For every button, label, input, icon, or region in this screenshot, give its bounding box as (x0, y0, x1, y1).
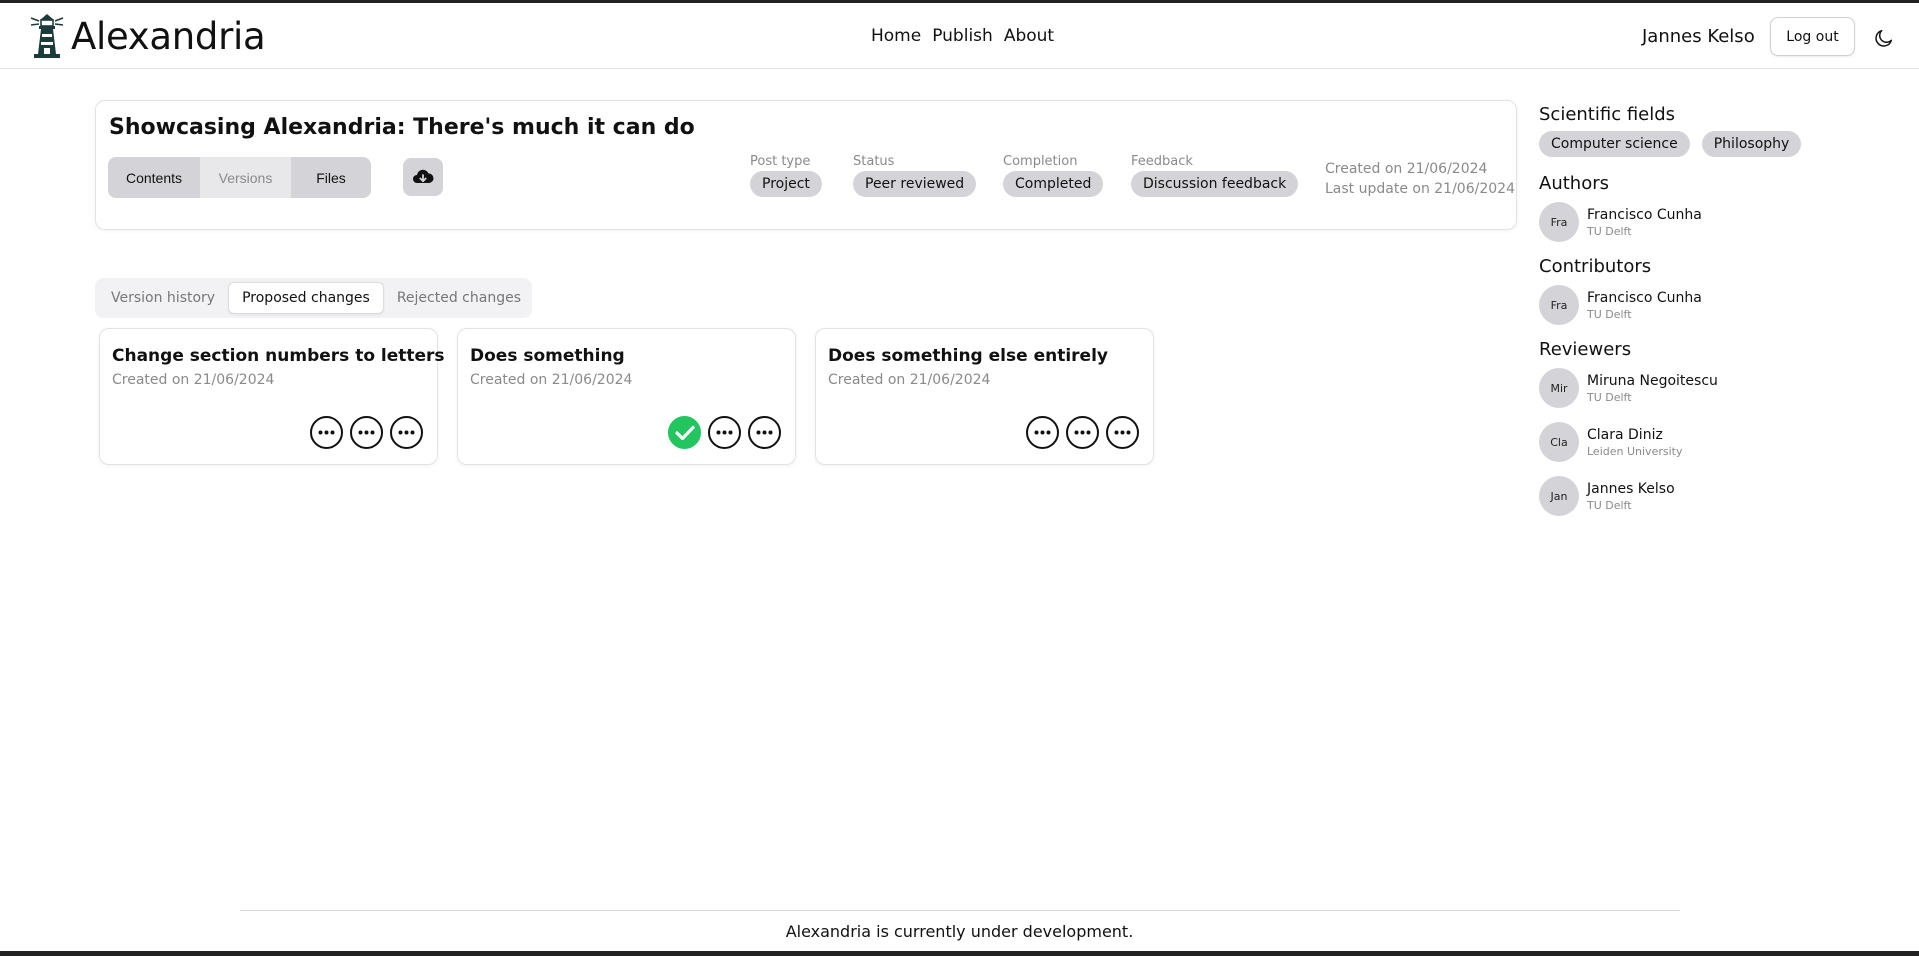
lighthouse-icon (30, 14, 64, 58)
nav-about[interactable]: About (1004, 26, 1054, 46)
change-date: Created on 21/06/2024 (470, 372, 633, 388)
avatar: Cla (1539, 422, 1579, 462)
person-name: Miruna Negoitescu (1587, 372, 1718, 389)
post-type-badge: Project (750, 171, 822, 197)
fields-heading: Scientific fields (1539, 104, 1676, 125)
check-icon[interactable] (668, 416, 701, 449)
window-bottom-border (0, 951, 1919, 956)
change-title: Does something (470, 346, 625, 366)
person-affiliation: TU Delft (1587, 307, 1632, 321)
person-name: Francisco Cunha (1587, 289, 1702, 306)
change-card[interactable]: Does something else entirely Created on … (815, 328, 1154, 465)
contributor-item[interactable]: Fra Francisco Cunha TU Delft (1539, 283, 1799, 327)
avatar: Fra (1539, 202, 1579, 242)
field-tag[interactable]: Computer science (1539, 131, 1690, 157)
avatar: Mir (1539, 368, 1579, 408)
more-options-icon[interactable] (1106, 416, 1139, 449)
person-name: Clara Diniz (1587, 426, 1663, 443)
logout-button[interactable]: Log out (1770, 17, 1855, 56)
change-date: Created on 21/06/2024 (112, 372, 275, 388)
change-actions (1026, 416, 1139, 449)
contributors-heading: Contributors (1539, 256, 1652, 277)
nav-home[interactable]: Home (871, 26, 921, 46)
user-name: Jannes Kelso (1642, 26, 1755, 47)
updated-date: Last update on 21/06/2024 (1325, 181, 1515, 197)
reviewer-item[interactable]: Cla Clara Diniz Leiden University (1539, 420, 1799, 464)
person-affiliation: TU Delft (1587, 390, 1632, 404)
scientific-fields: Computer science Philosophy (1539, 131, 1802, 157)
meta-label: Feedback (1131, 154, 1193, 169)
tab-proposed-changes[interactable]: Proposed changes (228, 282, 384, 314)
person-affiliation: TU Delft (1587, 224, 1632, 238)
reviewer-item[interactable]: Jan Jannes Kelso TU Delft (1539, 474, 1799, 518)
change-actions (668, 416, 781, 449)
tab-contents[interactable]: Contents (108, 157, 200, 198)
changes-tabs: Version history Proposed changes Rejecte… (95, 278, 532, 318)
author-item[interactable]: Fra Francisco Cunha TU Delft (1539, 200, 1799, 244)
moon-icon[interactable] (1873, 27, 1895, 49)
tab-rejected-changes[interactable]: Rejected changes (384, 282, 534, 314)
authors-heading: Authors (1539, 173, 1609, 194)
more-options-icon[interactable] (748, 416, 781, 449)
post-title: Showcasing Alexandria: There's much it c… (109, 115, 695, 140)
download-button[interactable] (403, 158, 443, 196)
person-name: Francisco Cunha (1587, 206, 1702, 223)
meta-label: Status (853, 154, 895, 169)
authors-section: Authors Fra Francisco Cunha TU Delft (1539, 173, 1799, 244)
top-navbar: Alexandria Home Publish About Jannes Kel… (0, 3, 1919, 69)
created-date: Created on 21/06/2024 (1325, 161, 1488, 177)
more-options-icon[interactable] (708, 416, 741, 449)
status-badge: Peer reviewed (853, 171, 977, 197)
footer-divider (240, 910, 1680, 911)
tab-versions[interactable]: Versions (200, 157, 291, 198)
change-actions (310, 416, 423, 449)
more-options-icon[interactable] (1026, 416, 1059, 449)
post-sidebar: Scientific fields Computer science Philo… (1539, 104, 1802, 530)
tab-version-history[interactable]: Version history (98, 282, 228, 314)
cloud-download-icon (413, 169, 434, 183)
person-affiliation: Leiden University (1587, 444, 1683, 458)
meta-label: Completion (1003, 154, 1078, 169)
meta-post-type: Post type Project (750, 154, 822, 197)
change-card[interactable]: Change section numbers to letters Create… (99, 328, 445, 465)
home-logo-link[interactable]: Alexandria (28, 12, 266, 60)
avatar: Jan (1539, 476, 1579, 516)
nav-publish[interactable]: Publish (932, 26, 993, 46)
change-title: Does something else entirely (828, 346, 1108, 366)
contributors-section: Contributors Fra Francisco Cunha TU Delf… (1539, 256, 1799, 327)
feedback-badge: Discussion feedback (1131, 171, 1299, 197)
meta-feedback: Feedback Discussion feedback (1131, 154, 1299, 197)
meta-completion: Completion Completed (1003, 154, 1104, 197)
post-view-tabs: Contents Versions Files (108, 157, 371, 198)
post-header-card: Showcasing Alexandria: There's much it c… (95, 100, 1517, 230)
more-options-icon[interactable] (390, 416, 423, 449)
change-title: Change section numbers to letters (112, 346, 445, 366)
post-dates: Created on 21/06/2024 Last update on 21/… (1325, 159, 1515, 199)
more-options-icon[interactable] (1066, 416, 1099, 449)
person-affiliation: TU Delft (1587, 498, 1632, 512)
completion-badge: Completed (1003, 171, 1104, 197)
reviewers-section: Reviewers Mir Miruna Negoitescu TU Delft… (1539, 339, 1799, 518)
reviewer-item[interactable]: Mir Miruna Negoitescu TU Delft (1539, 366, 1799, 410)
tab-files[interactable]: Files (291, 157, 371, 198)
reviewers-heading: Reviewers (1539, 339, 1632, 360)
app-name: Alexandria (71, 14, 266, 58)
person-name: Jannes Kelso (1587, 480, 1675, 497)
meta-label: Post type (750, 154, 811, 169)
change-date: Created on 21/06/2024 (828, 372, 991, 388)
avatar: Fra (1539, 285, 1579, 325)
more-options-icon[interactable] (350, 416, 383, 449)
main-nav: Home Publish About (871, 26, 1054, 46)
change-card[interactable]: Does something Created on 21/06/2024 (457, 328, 796, 465)
footer-notice: Alexandria is currently under developmen… (785, 922, 1134, 941)
field-tag[interactable]: Philosophy (1701, 131, 1802, 157)
more-options-icon[interactable] (310, 416, 343, 449)
meta-status: Status Peer reviewed (853, 154, 977, 197)
